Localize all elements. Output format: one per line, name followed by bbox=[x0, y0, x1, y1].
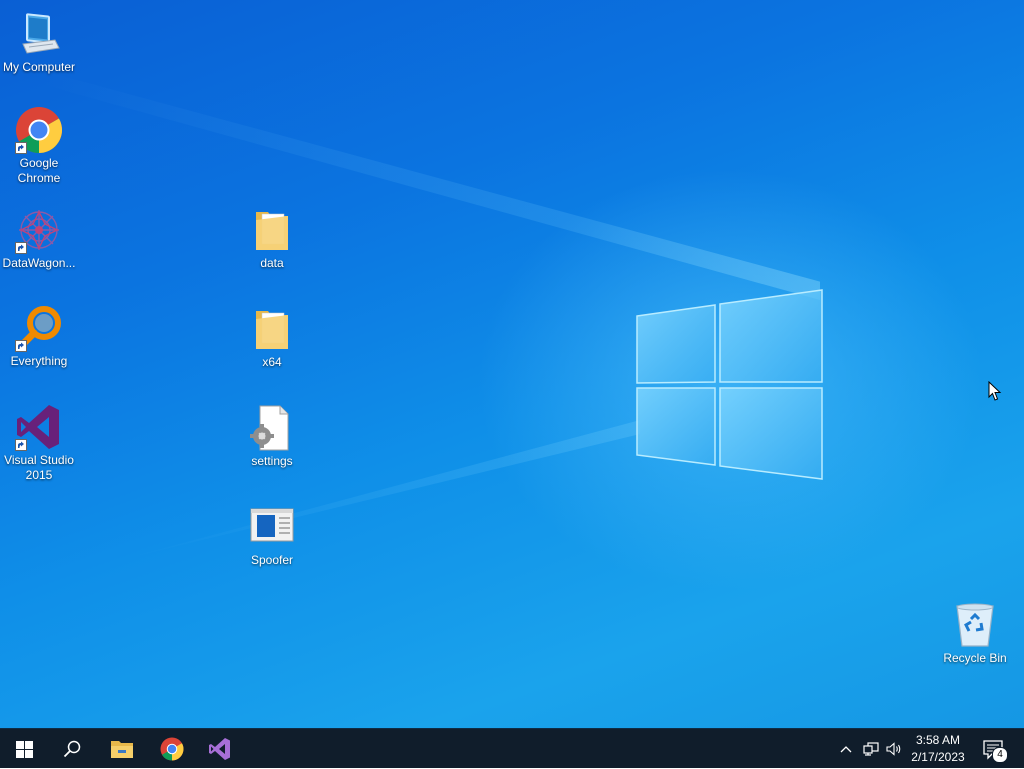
desktop-icon-label: Everything bbox=[10, 354, 68, 368]
desktop-icon-x64-folder[interactable]: x64 bbox=[234, 305, 310, 370]
desktop[interactable]: My Computer Google Chrome DataWagon... E… bbox=[0, 0, 1024, 728]
desktop-icon-recycle-bin[interactable]: Recycle Bin bbox=[937, 601, 1013, 666]
windows-logo-wallpaper bbox=[636, 289, 823, 480]
taskbar: 3:58 AM 2/17/2023 4 bbox=[0, 728, 1024, 768]
taskbar-chrome[interactable] bbox=[148, 729, 196, 769]
clock-date: 2/17/2023 bbox=[911, 750, 965, 764]
desktop-icon-google-chrome[interactable]: Google Chrome bbox=[1, 106, 77, 186]
file-explorer-icon bbox=[111, 741, 133, 758]
desktop-icon-label: data bbox=[260, 256, 284, 270]
chevron-up-icon bbox=[840, 746, 852, 753]
settings-file-icon bbox=[250, 405, 289, 451]
light-beam bbox=[120, 420, 640, 560]
taskbar-clock[interactable]: 3:58 AM 2/17/2023 bbox=[905, 732, 971, 766]
desktop-icon-settings-file[interactable]: settings bbox=[234, 404, 310, 469]
mouse-cursor-icon bbox=[988, 381, 1002, 401]
computer-icon bbox=[22, 13, 60, 54]
action-center-button[interactable]: 4 bbox=[975, 729, 1015, 769]
search-button[interactable] bbox=[48, 729, 96, 769]
start-button[interactable] bbox=[0, 729, 48, 769]
folder-icon bbox=[256, 311, 288, 349]
desktop-icon-label: Google Chrome bbox=[17, 156, 61, 185]
folder-icon bbox=[256, 212, 288, 250]
taskbar-file-explorer[interactable] bbox=[98, 729, 146, 769]
network-icon bbox=[863, 742, 879, 756]
desktop-icon-label: x64 bbox=[262, 355, 282, 369]
chrome-icon bbox=[160, 737, 184, 761]
desktop-icon-everything[interactable]: Everything bbox=[1, 304, 77, 369]
notification-count-badge: 4 bbox=[992, 747, 1008, 763]
clock-time: 3:58 AM bbox=[915, 733, 961, 747]
desktop-icon-spoofer[interactable]: Spoofer bbox=[234, 503, 310, 568]
shortcut-arrow-icon bbox=[15, 340, 27, 352]
recycle-bin-icon bbox=[956, 603, 994, 647]
desktop-icon-label: Visual Studio 2015 bbox=[4, 453, 74, 482]
show-hidden-icons-button[interactable] bbox=[838, 741, 854, 757]
visual-studio-icon bbox=[209, 738, 230, 760]
desktop-icon-label: Recycle Bin bbox=[943, 651, 1007, 665]
desktop-icon-label: DataWagon... bbox=[2, 256, 76, 270]
volume-icon bbox=[886, 742, 901, 756]
volume-tray-button[interactable] bbox=[886, 741, 902, 757]
network-tray-button[interactable] bbox=[863, 741, 879, 757]
desktop-icon-label: My Computer bbox=[2, 60, 76, 74]
desktop-icon-label: settings bbox=[251, 454, 293, 468]
windows-start-icon bbox=[15, 740, 33, 758]
shortcut-arrow-icon bbox=[15, 142, 27, 154]
desktop-icon-label: Spoofer bbox=[250, 553, 294, 567]
shortcut-arrow-icon bbox=[15, 439, 27, 451]
desktop-icon-visual-studio-2015[interactable]: Visual Studio 2015 bbox=[1, 403, 77, 483]
taskbar-visual-studio[interactable] bbox=[196, 729, 244, 769]
shortcut-arrow-icon bbox=[15, 242, 27, 254]
desktop-icon-datawagon[interactable]: DataWagon... bbox=[1, 206, 77, 271]
desktop-icon-data-folder[interactable]: data bbox=[234, 206, 310, 271]
light-beam bbox=[40, 70, 820, 300]
desktop-icon-my-computer[interactable]: My Computer bbox=[1, 10, 77, 75]
application-window-icon bbox=[250, 508, 294, 542]
search-icon bbox=[63, 740, 81, 758]
